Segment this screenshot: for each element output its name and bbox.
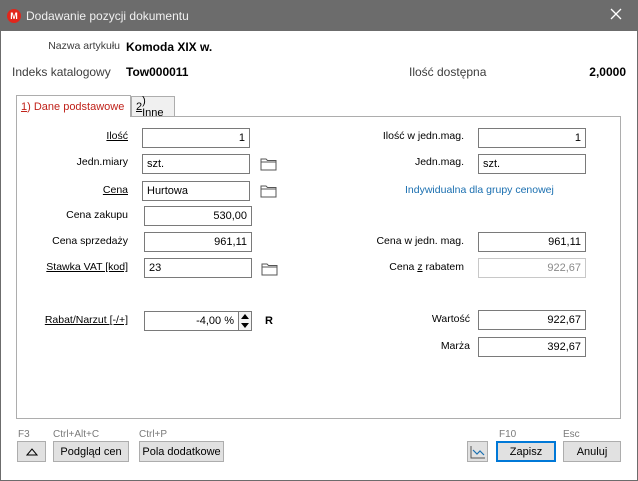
discount-flag: R (265, 315, 273, 327)
discount-spinner[interactable] (239, 311, 252, 331)
discounted-price-label: Cena z rabatem (389, 261, 464, 273)
close-icon[interactable] (606, 4, 626, 24)
qty-mag-label: Ilość w jedn.mag. (382, 130, 464, 142)
chevron-up-icon (25, 447, 38, 455)
discount-input[interactable]: -4,00 % (144, 311, 239, 331)
purchase-price-label: Cena zakupu (66, 209, 128, 221)
index-label: Indeks katalogowy (12, 65, 111, 79)
price-folder-icon[interactable] (260, 184, 277, 198)
unit-mag-label: Jedn.mag. (414, 156, 464, 168)
vat-input[interactable]: 23 (144, 258, 252, 278)
spin-down-icon[interactable] (239, 321, 251, 330)
app-logo-icon: M (7, 9, 21, 23)
available-label: Ilość dostępna (409, 65, 487, 79)
tab-basic-data[interactable]: 1) Dane podstawowe (16, 95, 131, 117)
available-value: 2,0000 (589, 65, 626, 79)
discount-unit: % (224, 315, 234, 327)
name-label: Nazwa artykułu (48, 40, 120, 52)
save-button[interactable]: Zapisz (496, 441, 556, 462)
chart-button[interactable] (467, 441, 488, 462)
cancel-shortcut: Esc (563, 429, 580, 440)
discount-value: -4,00 (196, 315, 222, 327)
sale-price-label: Cena sprzedaży (52, 235, 128, 247)
tab-other[interactable]: 2) Inne (131, 95, 175, 119)
vat-label: Stawka VAT [kod] (46, 261, 128, 273)
extra-fields-button[interactable]: Pola dodatkowe (139, 441, 224, 462)
unit-label: Jedn.miary (76, 156, 128, 168)
price-label: Cena (102, 184, 128, 196)
unit-folder-icon[interactable] (260, 157, 277, 171)
qty-label: Ilość (106, 130, 128, 142)
price-type-input[interactable]: Hurtowa (142, 181, 250, 201)
price-mag-input[interactable]: 961,11 (478, 232, 586, 252)
collapse-button[interactable] (17, 441, 46, 462)
purchase-price-input[interactable]: 530,00 (144, 206, 252, 226)
discount-label: Rabat/Narzut [-/+] (44, 314, 128, 326)
window-title: Dodawanie pozycji dokumentu (26, 9, 189, 23)
spin-up-icon[interactable] (239, 312, 251, 321)
name-value: Komoda XIX w. (126, 40, 213, 54)
index-value: Tow000011 (126, 65, 189, 79)
tab-basic-label: ) Dane podstawowe (27, 100, 125, 113)
margin-label: Marża (440, 340, 470, 352)
discounted-price-input: 922,67 (478, 258, 586, 278)
chart-icon (470, 445, 485, 458)
price-preview-button[interactable]: Podgląd cen (53, 441, 129, 462)
price-mag-label: Cena w jedn. mag. (376, 235, 464, 247)
cancel-button[interactable]: Anuluj (563, 441, 621, 462)
individual-price-link[interactable]: Indywidualna dla grupy cenowej (405, 184, 554, 196)
qty-input[interactable]: 1 (142, 128, 250, 148)
value-label: Wartość (431, 313, 470, 325)
unit-mag-input[interactable]: szt. (478, 154, 586, 174)
margin-input[interactable]: 392,67 (478, 337, 586, 357)
sale-price-input[interactable]: 961,11 (144, 232, 252, 252)
value-input[interactable]: 922,67 (478, 310, 586, 330)
preview-shortcut: Ctrl+Alt+C (53, 429, 100, 440)
extra-fields-shortcut: Ctrl+P (139, 429, 168, 440)
save-shortcut: F10 (499, 429, 517, 440)
qty-mag-input[interactable]: 1 (478, 128, 586, 148)
unit-input[interactable]: szt. (142, 154, 250, 174)
collapse-shortcut: F3 (18, 429, 30, 440)
vat-folder-icon[interactable] (261, 262, 278, 276)
